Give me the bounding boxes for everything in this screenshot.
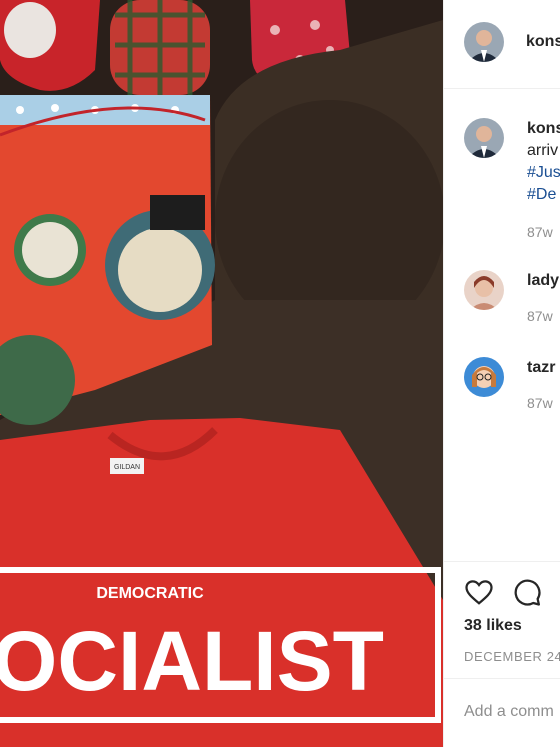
post-side-panel: kons kons arriv #Jus #De 87w lady 87w ta…: [443, 0, 560, 747]
shirt-text-socialist: OCIALIST: [0, 614, 384, 708]
post-photo[interactable]: GILDAN DEMOCRATIC OCIALIST: [0, 0, 443, 747]
likes-count[interactable]: 38 likes: [464, 617, 522, 635]
comment-timestamp[interactable]: 87w: [527, 395, 555, 411]
comment-username[interactable]: tazr: [527, 357, 555, 379]
comment-button[interactable]: [512, 577, 542, 607]
caption-author-avatar[interactable]: [464, 118, 504, 158]
comment-item: tazr 87w: [444, 357, 560, 411]
author-username[interactable]: kons: [526, 33, 560, 51]
post-date[interactable]: DECEMBER 24: [464, 649, 560, 664]
caption-hashtag[interactable]: #Jus: [527, 162, 560, 184]
actions-divider: [444, 561, 560, 562]
comment-item: lady 87w: [444, 270, 560, 324]
christmas-photo-image: GILDAN DEMOCRATIC OCIALIST: [0, 0, 443, 747]
caption: kons arriv #Jus #De 87w: [444, 118, 560, 240]
caption-text: arriv: [527, 142, 559, 159]
add-comment-input[interactable]: Add a comm: [464, 703, 554, 721]
author-avatar[interactable]: [464, 22, 504, 62]
comment-timestamp[interactable]: 87w: [527, 308, 559, 324]
shirt-tag: GILDAN: [114, 464, 140, 471]
caption-timestamp[interactable]: 87w: [527, 224, 560, 240]
comment-username[interactable]: lady: [527, 270, 559, 292]
commenter-avatar[interactable]: [464, 357, 504, 397]
speech-bubble-icon: [514, 579, 541, 606]
like-button[interactable]: [464, 577, 494, 607]
caption-hashtag[interactable]: #De: [527, 184, 560, 206]
caption-username[interactable]: kons: [527, 118, 560, 140]
post-header: kons: [444, 22, 560, 62]
heart-icon: [465, 580, 493, 605]
comment-box-divider: [444, 678, 560, 679]
shirt-text-democratic: DEMOCRATIC: [96, 585, 204, 602]
header-divider: [444, 88, 560, 89]
commenter-avatar[interactable]: [464, 270, 504, 310]
